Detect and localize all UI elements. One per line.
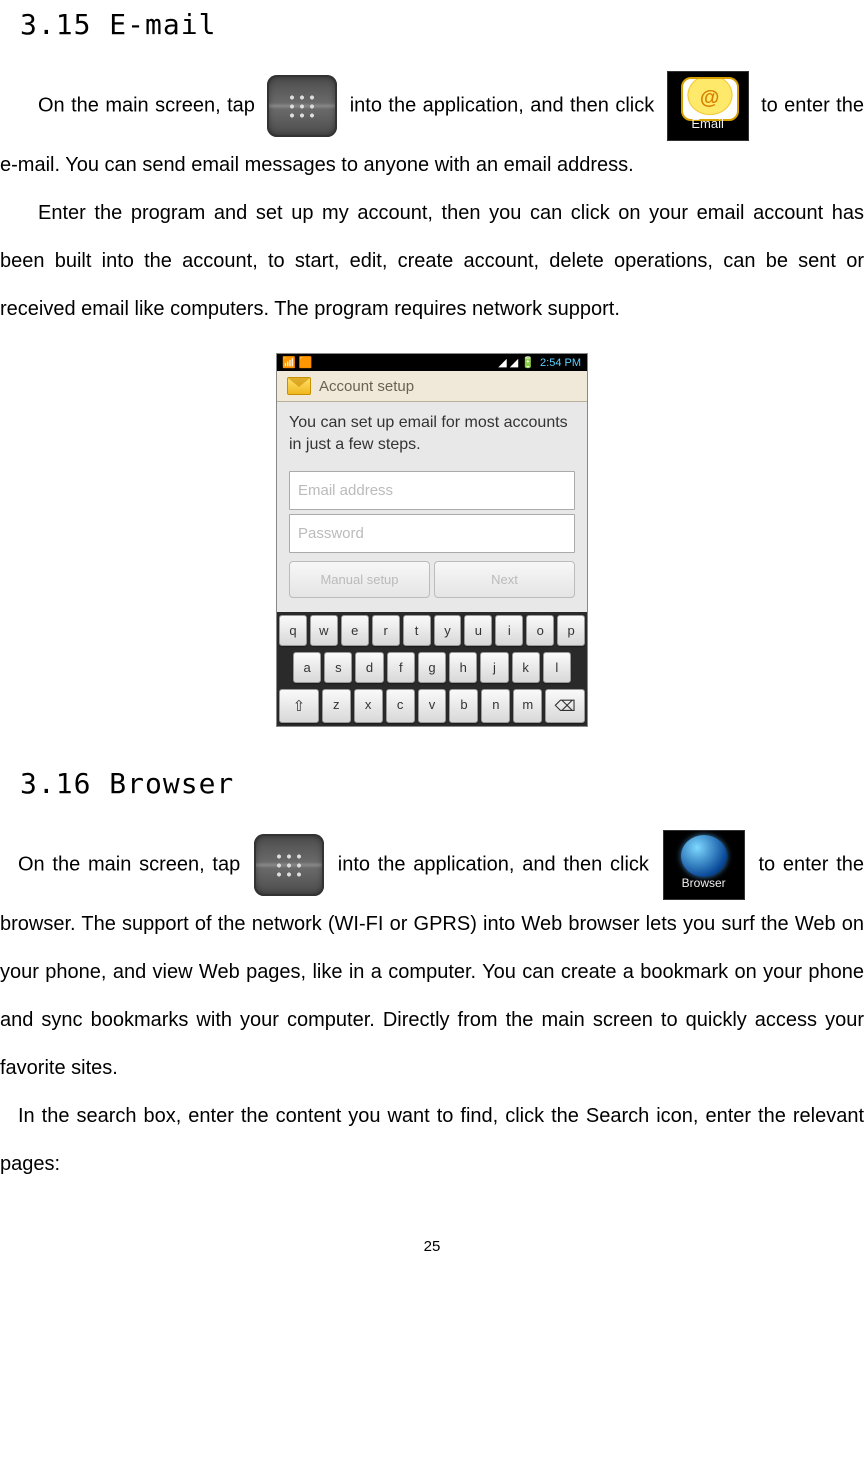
keyboard-key[interactable]: w	[310, 615, 338, 646]
keyboard-key[interactable]: i	[495, 615, 523, 646]
setup-message: You can set up email for most accounts i…	[289, 412, 575, 467]
apps-grid-icon	[267, 75, 337, 137]
apps-grid-icon	[254, 834, 324, 896]
text: into the application, and then click	[338, 853, 657, 875]
status-bar: 📶 🟧 ◢ ◢ 🔋 2:54 PM	[277, 354, 587, 371]
paragraph-2: Enter the program and set up my account,…	[0, 189, 864, 333]
password-field[interactable]: Password	[289, 514, 575, 553]
header-title: Account setup	[319, 378, 414, 395]
keyboard-key[interactable]: d	[355, 652, 383, 683]
keyboard-key[interactable]: z	[322, 689, 351, 723]
text: In the search box, enter the content you…	[0, 1105, 864, 1175]
mail-icon	[287, 377, 311, 395]
keyboard-key[interactable]: o	[526, 615, 554, 646]
keyboard-key[interactable]: t	[403, 615, 431, 646]
text: into the application, and then click	[350, 94, 661, 116]
email-field[interactable]: Email address	[289, 471, 575, 510]
keyboard-key[interactable]: ⌫	[545, 689, 585, 723]
keyboard-key[interactable]: x	[354, 689, 383, 723]
email-icon-label: Email	[667, 108, 749, 139]
paragraph-4: In the search box, enter the content you…	[0, 1092, 864, 1188]
keyboard-key[interactable]: f	[387, 652, 415, 683]
page-number: 25	[0, 1238, 864, 1255]
keyboard-key[interactable]: q	[279, 615, 307, 646]
paragraph-1: On the main screen, tap into the applica…	[0, 71, 864, 189]
keyboard-key[interactable]: j	[480, 652, 508, 683]
status-right: ◢ ◢ 🔋 2:54 PM	[497, 356, 582, 369]
text: Enter the program and set up my account,…	[0, 202, 864, 320]
keyboard-key[interactable]: r	[372, 615, 400, 646]
keyboard-key[interactable]: ⇧	[279, 689, 319, 723]
keyboard-key[interactable]: n	[481, 689, 510, 723]
browser-icon-label: Browser	[663, 869, 745, 898]
keyboard: qwertyuiop asdfghjkl ⇧zxcvbnm⌫	[277, 612, 587, 726]
section-heading-browser: 3.16 Browser	[20, 767, 864, 800]
keyboard-key[interactable]: a	[293, 652, 321, 683]
status-left: 📶 🟧	[282, 356, 312, 369]
manual-setup-button[interactable]: Manual setup	[289, 561, 430, 598]
keyboard-key[interactable]: c	[386, 689, 415, 723]
keyboard-key[interactable]: u	[464, 615, 492, 646]
account-setup-screenshot: 📶 🟧 ◢ ◢ 🔋 2:54 PM Account setup You can …	[276, 353, 588, 727]
keyboard-key[interactable]: b	[449, 689, 478, 723]
account-setup-header: Account setup	[277, 371, 587, 402]
next-button[interactable]: Next	[434, 561, 575, 598]
keyboard-key[interactable]: v	[418, 689, 447, 723]
keyboard-key[interactable]: g	[418, 652, 446, 683]
paragraph-3: On the main screen, tap into the applica…	[0, 830, 864, 1092]
keyboard-key[interactable]: y	[434, 615, 462, 646]
text: On the main screen, tap	[38, 94, 261, 116]
email-app-icon: Email	[667, 71, 749, 141]
keyboard-key[interactable]: k	[512, 652, 540, 683]
keyboard-key[interactable]: l	[543, 652, 571, 683]
section-heading-email: 3.15 E-mail	[20, 8, 864, 41]
keyboard-key[interactable]: e	[341, 615, 369, 646]
browser-app-icon: Browser	[663, 830, 745, 900]
keyboard-key[interactable]: m	[513, 689, 542, 723]
text: On the main screen, tap	[18, 853, 248, 875]
keyboard-key[interactable]: s	[324, 652, 352, 683]
keyboard-key[interactable]: h	[449, 652, 477, 683]
keyboard-key[interactable]: p	[557, 615, 585, 646]
